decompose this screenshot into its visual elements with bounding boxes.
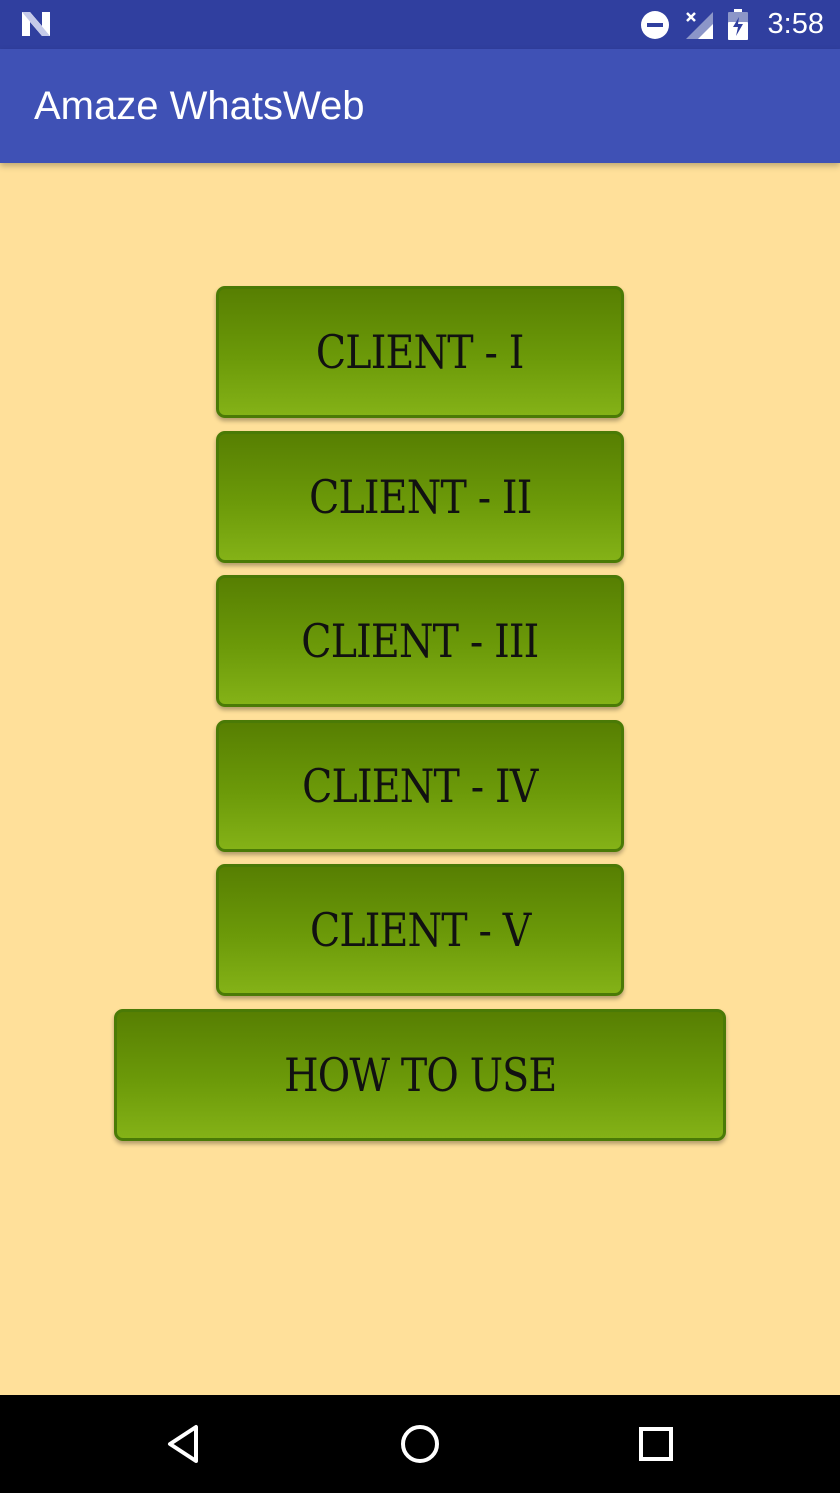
back-icon[interactable] [160,1419,210,1469]
status-icons: 3:58 [640,0,824,49]
no-signal-icon [685,11,713,39]
battery-charging-icon [727,9,748,40]
client-4-button[interactable]: CLIENT - IV [216,720,624,852]
main-content: CLIENT - I CLIENT - II CLIENT - III CLIE… [0,163,840,1395]
app-bar: Amaze WhatsWeb [0,49,840,163]
do-not-disturb-icon [640,10,669,39]
status-bar: 3:58 [0,0,840,49]
client-5-button[interactable]: CLIENT - V [216,864,624,996]
recents-icon[interactable] [631,1419,681,1469]
navigation-bar [0,1395,840,1493]
home-icon[interactable] [395,1419,445,1469]
client-4-label: CLIENT - IV [302,759,538,813]
client-1-button[interactable]: CLIENT - I [216,286,624,418]
app-title: Amaze WhatsWeb [34,84,365,128]
status-time: 3:58 [767,8,824,40]
n-logo-icon [22,12,50,36]
client-3-button[interactable]: CLIENT - III [216,575,624,707]
client-5-label: CLIENT - V [309,903,531,957]
app-screen: 3:58 Amaze WhatsWeb CLIENT - I CLIENT - … [0,0,840,1493]
client-1-label: CLIENT - I [316,325,524,379]
how-to-use-label: HOW TO USE [283,1048,557,1102]
client-2-label: CLIENT - II [308,470,532,524]
how-to-use-button[interactable]: HOW TO USE [114,1009,726,1141]
client-2-button[interactable]: CLIENT - II [216,431,624,563]
client-3-label: CLIENT - III [301,614,539,668]
